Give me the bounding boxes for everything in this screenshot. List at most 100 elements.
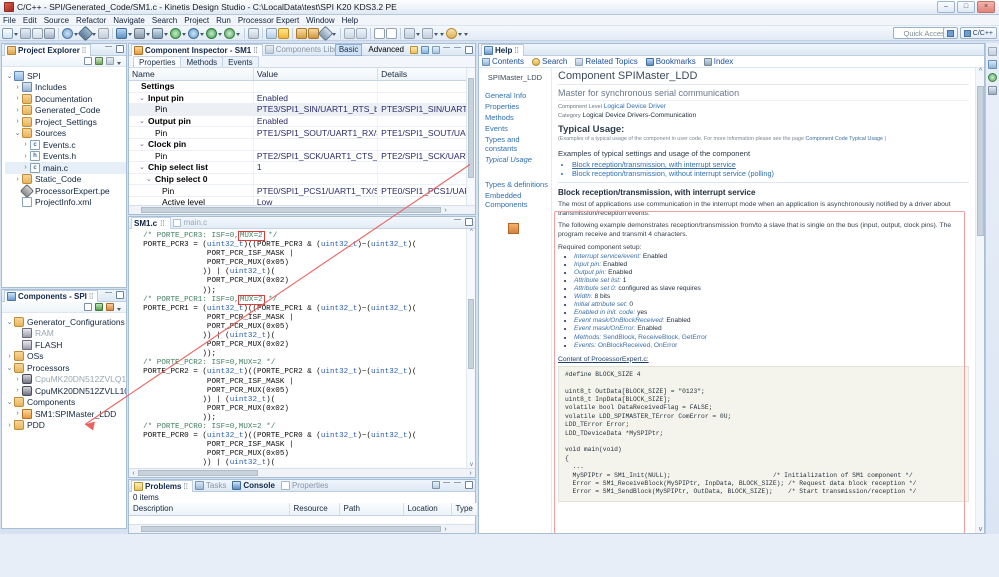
forward-nav-icon[interactable] bbox=[464, 28, 469, 39]
new-icon[interactable] bbox=[2, 27, 13, 39]
print-icon[interactable] bbox=[44, 27, 55, 39]
problems-col-path[interactable]: Path bbox=[339, 503, 404, 516]
perspective-cpp-button[interactable]: C/C++ bbox=[959, 27, 997, 39]
problems-minimize-icon[interactable] bbox=[454, 481, 462, 489]
row-twisty-expanded-icon[interactable]: ⌄ bbox=[139, 163, 148, 171]
editor-maximize-icon[interactable] bbox=[465, 218, 473, 226]
lightning-icon[interactable] bbox=[278, 27, 289, 39]
row-twisty-expanded-icon[interactable]: ⌄ bbox=[146, 175, 155, 183]
table-row[interactable]: ⌄ Input pin Enabled bbox=[129, 92, 475, 105]
help-search-link[interactable]: Search bbox=[532, 57, 567, 66]
setup-item-key[interactable]: Width: bbox=[574, 293, 594, 300]
profile-icon[interactable] bbox=[188, 27, 199, 39]
problems-col-resource[interactable]: Resource bbox=[289, 503, 340, 516]
minimize-button[interactable]: – bbox=[937, 1, 955, 13]
ci-vertical-scrollbar[interactable] bbox=[466, 68, 475, 205]
maximize-button[interactable]: □ bbox=[957, 1, 975, 13]
help-related-topics-link[interactable]: Related Topics bbox=[575, 57, 638, 66]
help-bookmarks-link[interactable]: Bookmarks bbox=[645, 57, 696, 66]
editor-scroll-up-arrow[interactable]: ^ bbox=[468, 229, 475, 235]
debug-icon[interactable] bbox=[152, 27, 163, 39]
components-view-tools[interactable] bbox=[105, 291, 124, 299]
component-inspector-subtabs[interactable]: Properties Methods Events bbox=[129, 56, 475, 68]
menu-file[interactable]: File bbox=[3, 16, 16, 25]
problems-hscroll-right-arrow[interactable]: › bbox=[441, 526, 450, 533]
example-link-with-interrupt[interactable]: Block reception/transmission, with inter… bbox=[572, 160, 969, 169]
tree-item-documentation[interactable]: › Documentation bbox=[5, 93, 126, 105]
tab-main-c[interactable]: main.c bbox=[171, 217, 213, 229]
table-row[interactable]: Pin PTE0/SPI1_PCS1/UART1_TX/SDHC0_...PTE0… bbox=[129, 184, 475, 197]
project-explorer-toolbar[interactable] bbox=[2, 56, 126, 67]
twisty-expanded-icon[interactable]: ⌄ bbox=[13, 129, 22, 137]
perspective-switcher[interactable]: C/C++ bbox=[942, 27, 997, 39]
help-nav-link[interactable]: Types and constants bbox=[479, 134, 551, 154]
import-component-icon[interactable] bbox=[106, 303, 114, 311]
marker-icon[interactable] bbox=[386, 27, 397, 39]
subtab-properties[interactable]: Properties bbox=[133, 56, 182, 67]
help-nav-link[interactable]: Methods bbox=[479, 112, 551, 123]
history-icon[interactable] bbox=[446, 27, 457, 39]
tree-item-pdd[interactable]: › PDD bbox=[5, 420, 126, 432]
external-tools-dropdown-icon[interactable] bbox=[236, 28, 241, 39]
search-toolbar-icon[interactable] bbox=[266, 27, 277, 39]
tree-item-components[interactable]: ⌄ Components bbox=[5, 397, 126, 409]
link-editor-icon[interactable] bbox=[95, 57, 103, 65]
twisty-collapsed-icon[interactable]: › bbox=[5, 422, 14, 429]
subtab-methods[interactable]: Methods bbox=[180, 56, 224, 67]
setup-item-key[interactable]: Interrupt service/event: bbox=[574, 253, 643, 260]
book-dropdown-icon[interactable] bbox=[128, 28, 133, 39]
help-contents-link[interactable]: Contents bbox=[482, 57, 524, 66]
ci-vscroll-thumb[interactable] bbox=[468, 78, 474, 178]
fastview-target-icon[interactable] bbox=[988, 73, 997, 82]
menu-processor-expert[interactable]: Processor Expert bbox=[238, 16, 299, 25]
new-dropdown-icon[interactable] bbox=[14, 28, 19, 39]
pencil-dropdown-icon[interactable] bbox=[332, 28, 337, 39]
tree-item-sm1-spimaster-ldd[interactable]: › SM1:SPIMaster_LDD bbox=[5, 408, 126, 420]
source-code[interactable]: /* PORTE_PCR3: ISF=0,MUX=2 */ PORTE_PCR3… bbox=[129, 229, 475, 468]
collapse-all-icon[interactable] bbox=[84, 57, 92, 65]
twisty-expanded-icon[interactable]: ⌄ bbox=[5, 398, 14, 406]
build-icon[interactable] bbox=[62, 27, 73, 39]
twisty-collapsed-icon[interactable]: › bbox=[13, 176, 22, 183]
tree-item-project-settings[interactable]: › Project_Settings bbox=[5, 116, 126, 128]
tab-console[interactable]: Console bbox=[230, 480, 279, 492]
menu-project[interactable]: Project bbox=[184, 16, 209, 25]
tree-item-events-c[interactable]: › Events.c bbox=[5, 139, 126, 151]
tree-item-flash[interactable]: FLASH bbox=[5, 339, 126, 351]
window-controls[interactable]: – □ × bbox=[937, 1, 997, 13]
components-tree[interactable]: ⌄ Generator_Configurations RAM FLASH › OSs ⌄ Pr… bbox=[2, 313, 126, 431]
cell-value[interactable] bbox=[253, 80, 379, 93]
fastview-menu-icon[interactable] bbox=[988, 47, 997, 56]
run-as-dropdown-icon[interactable] bbox=[218, 28, 223, 39]
setup-item-key[interactable]: Output pin: bbox=[574, 269, 608, 276]
help-nav-link[interactable]: Typical Usage bbox=[479, 154, 551, 165]
cell-value[interactable]: PTE3/SPI1_SIN/UART1_RTS_b/SDHC... bbox=[253, 103, 379, 116]
history-dropdown-icon[interactable] bbox=[458, 28, 463, 39]
run-icon[interactable] bbox=[170, 27, 181, 39]
cell-value[interactable]: PTE0/SPI1_PCS1/UART1_TX/SDHC0_... bbox=[253, 184, 379, 197]
project-explorer-view-tools[interactable] bbox=[105, 45, 124, 53]
wrench-dropdown-icon[interactable] bbox=[92, 28, 97, 39]
tree-item-cpumk20dn512zvll10[interactable]: › CpuMK20DN512ZVLL10 bbox=[5, 385, 126, 397]
tree-item-includes[interactable]: › Includes bbox=[5, 82, 126, 94]
menu-search[interactable]: Search bbox=[152, 16, 177, 25]
table-row[interactable]: Settings bbox=[129, 80, 475, 93]
setup-item-key[interactable]: Events: bbox=[574, 342, 598, 349]
tab-help[interactable]: Help ⁞⁞ bbox=[481, 43, 524, 56]
tree-item-processors[interactable]: ⌄ Processors bbox=[5, 362, 126, 374]
external-tools-icon[interactable] bbox=[224, 27, 235, 39]
twisty-collapsed-icon[interactable]: › bbox=[13, 376, 22, 383]
help-document[interactable]: Component SPIMaster_LDD Master for synch… bbox=[552, 68, 975, 533]
view-menu-dropdown-icon[interactable] bbox=[117, 57, 122, 65]
setup-item-key[interactable]: Event mask/OnError: bbox=[574, 325, 637, 332]
back-nav-icon[interactable] bbox=[440, 28, 445, 39]
twisty-collapsed-icon[interactable]: › bbox=[21, 164, 30, 171]
editor-hscroll-left-arrow[interactable]: ‹ bbox=[129, 470, 138, 477]
book-icon[interactable] bbox=[116, 27, 127, 39]
editor-minimize-icon[interactable] bbox=[454, 218, 462, 226]
menu-window[interactable]: Window bbox=[306, 16, 334, 25]
help-scroll-down-arrow[interactable]: v bbox=[977, 526, 984, 533]
help-nav-link[interactable]: Embedded Components bbox=[479, 190, 551, 210]
example-links-list[interactable]: Block reception/transmission, with inter… bbox=[558, 160, 969, 178]
setup-item-key[interactable]: Initial attribute set: bbox=[574, 301, 629, 308]
